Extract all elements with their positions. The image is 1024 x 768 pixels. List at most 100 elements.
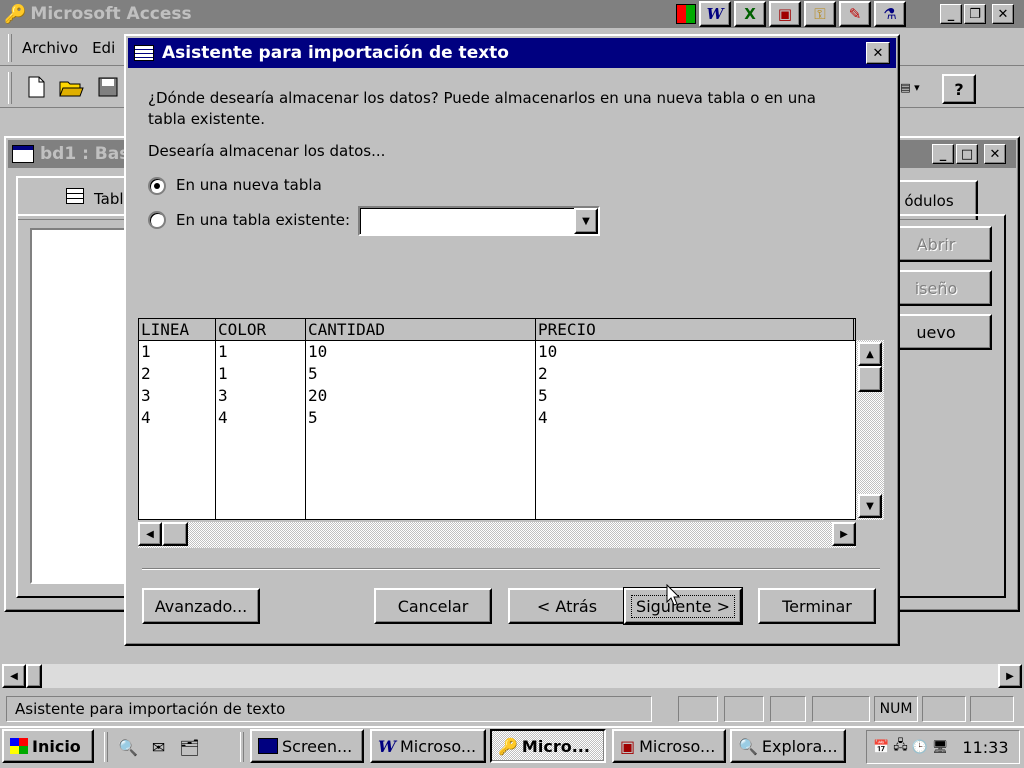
grid-cell: 1 xyxy=(218,364,228,383)
vscroll-down-button[interactable]: ▼ xyxy=(858,494,882,518)
grid-hscroll-thumb[interactable] xyxy=(162,522,188,546)
hscroll-right-button[interactable]: ▶ xyxy=(998,664,1022,688)
outlook-icon[interactable]: ✉ xyxy=(152,738,165,757)
close-button[interactable]: ✕ xyxy=(992,4,1014,24)
grid-cell: 5 xyxy=(538,386,548,405)
next-button[interactable]: Siguiente > xyxy=(623,587,743,625)
finish-button[interactable]: Terminar xyxy=(758,588,876,624)
new-file-icon[interactable] xyxy=(22,74,50,100)
vscroll-up-button[interactable]: ▲ xyxy=(858,342,882,366)
menu-archivo[interactable]: Archivo xyxy=(22,39,78,57)
db-object-list[interactable] xyxy=(30,228,128,584)
db-maximize-button[interactable]: □ xyxy=(956,144,978,164)
task-button-access[interactable]: 🔑 Micro... xyxy=(490,729,606,763)
start-button[interactable]: Inicio xyxy=(2,729,94,763)
grid-vscrollbar[interactable]: ▲ ▼ xyxy=(856,340,884,520)
advanced-label: Avanzado... xyxy=(154,596,248,616)
radio-new-table-label[interactable]: En una nueva tabla xyxy=(176,176,322,194)
finish-label: Terminar xyxy=(782,596,852,616)
explorer-app-icon: 🔍 xyxy=(738,736,758,756)
data-preview-grid[interactable]: LINEA 1 2 3 4 COLOR 1 1 3 4 CANTIDAD 10 … xyxy=(138,318,856,520)
screen-app-icon xyxy=(258,738,278,754)
task-button-screen[interactable]: Screen... xyxy=(250,729,364,763)
schedule-icon[interactable]: ✎ xyxy=(839,1,871,27)
tray-icon-1[interactable]: 📅 xyxy=(873,740,889,755)
status-text-panel: Asistente para importación de texto xyxy=(6,696,652,722)
minimize-button[interactable]: _ xyxy=(940,4,962,24)
word-icon[interactable]: W xyxy=(699,1,731,27)
tab-modules-label: ódulos xyxy=(904,192,954,210)
db-minimize-button[interactable]: _ xyxy=(932,144,954,164)
office-icon[interactable] xyxy=(676,4,696,24)
task-button-word[interactable]: W Microso... xyxy=(370,729,486,763)
task-label: Microso... xyxy=(399,736,477,756)
dialog-titlebar: Asistente para importación de texto xyxy=(128,38,896,68)
menu-grip xyxy=(8,33,12,62)
task-button-powerpoint[interactable]: ▣ Microso... xyxy=(612,729,726,763)
advanced-button[interactable]: Avanzado... xyxy=(142,588,260,624)
radio-existing-table[interactable] xyxy=(148,211,166,229)
workspace-hscrollbar[interactable]: ◀ ▶ xyxy=(2,664,1022,688)
task-label: Explora... xyxy=(761,736,838,756)
word-app-icon: W xyxy=(378,736,396,756)
grid-header-linea: LINEA xyxy=(141,320,190,339)
app-title: Microsoft Access xyxy=(30,4,192,24)
save-icon[interactable] xyxy=(94,74,122,100)
task-label: Microso... xyxy=(639,736,716,756)
powerpoint-icon[interactable]: ▣ xyxy=(769,1,801,27)
dialog-close-button[interactable]: ✕ xyxy=(866,42,890,64)
existing-table-select[interactable]: ▼ xyxy=(358,206,600,236)
grid-cell: 4 xyxy=(141,408,151,427)
grid-cell: 3 xyxy=(141,386,151,405)
status-num: NUM xyxy=(879,701,913,717)
desktop-icon[interactable]: 🗂 xyxy=(179,738,199,757)
store-label: Desearía almacenar los datos... xyxy=(148,142,386,160)
grid-col-line-3 xyxy=(535,319,536,519)
vscroll-thumb[interactable] xyxy=(858,366,882,392)
explorer-icon[interactable]: 🔍 xyxy=(118,738,138,757)
grid-cell: 2 xyxy=(141,364,151,383)
chevron-down-icon[interactable]: ▼ xyxy=(574,208,598,234)
tray-icon-2[interactable]: 🖧 xyxy=(893,736,908,758)
hscroll-thumb[interactable] xyxy=(26,664,42,688)
binder-icon[interactable]: ⚗ xyxy=(874,1,906,27)
next-label: Siguiente > xyxy=(631,594,735,618)
db-open-label: Abrir xyxy=(916,234,956,254)
quicklaunch-bar: 🔍 ✉ 🗂 xyxy=(118,734,234,760)
cancel-label: Cancelar xyxy=(397,596,469,616)
grid-cell: 5 xyxy=(308,364,318,383)
db-design-label: iseño xyxy=(914,278,958,298)
tab-tables-label: Tabl xyxy=(94,190,124,208)
open-folder-icon[interactable] xyxy=(58,74,86,100)
cancel-button[interactable]: Cancelar xyxy=(374,588,492,624)
tray-icon-3[interactable]: 🕒 xyxy=(912,740,928,755)
access-icon[interactable]: ⚿ xyxy=(804,1,836,27)
tray-icon-4[interactable]: 🖥 xyxy=(932,740,949,755)
grid-header-precio: PRECIO xyxy=(538,320,596,339)
start-label: Inicio xyxy=(32,736,81,756)
task-label: Micro... xyxy=(521,736,590,756)
grid-col-line-2 xyxy=(305,319,306,519)
grid-hscroll-left-button[interactable]: ◀ xyxy=(138,522,162,546)
access-key-icon: 🔑 xyxy=(4,3,27,25)
help-icon[interactable]: ? xyxy=(942,74,976,104)
grid-hscroll-right-button[interactable]: ▶ xyxy=(832,522,856,546)
task-button-explorer[interactable]: 🔍 Explora... xyxy=(730,729,846,763)
grid-hscrollbar[interactable]: ◀ ▶ xyxy=(138,522,856,548)
excel-icon[interactable]: X xyxy=(734,1,766,27)
radio-existing-table-label[interactable]: En una tabla existente: xyxy=(176,211,350,229)
restore-button[interactable]: ❐ xyxy=(964,4,986,24)
grid-cell: 3 xyxy=(218,386,228,405)
clock[interactable]: 11:33 xyxy=(962,738,1008,757)
radio-new-table[interactable] xyxy=(148,177,166,195)
hscroll-left-button[interactable]: ◀ xyxy=(2,664,26,688)
grid-cell: 10 xyxy=(308,342,328,361)
status-panel-6 xyxy=(922,696,966,722)
dialog-separator xyxy=(142,568,880,570)
db-close-button[interactable]: ✕ xyxy=(984,144,1006,164)
windows-logo-icon xyxy=(10,738,28,754)
menu-edicion[interactable]: Edi xyxy=(92,39,115,57)
status-num-panel: NUM xyxy=(874,696,918,722)
back-button[interactable]: < Atrás xyxy=(508,588,626,624)
back-label: < Atrás xyxy=(536,596,598,616)
